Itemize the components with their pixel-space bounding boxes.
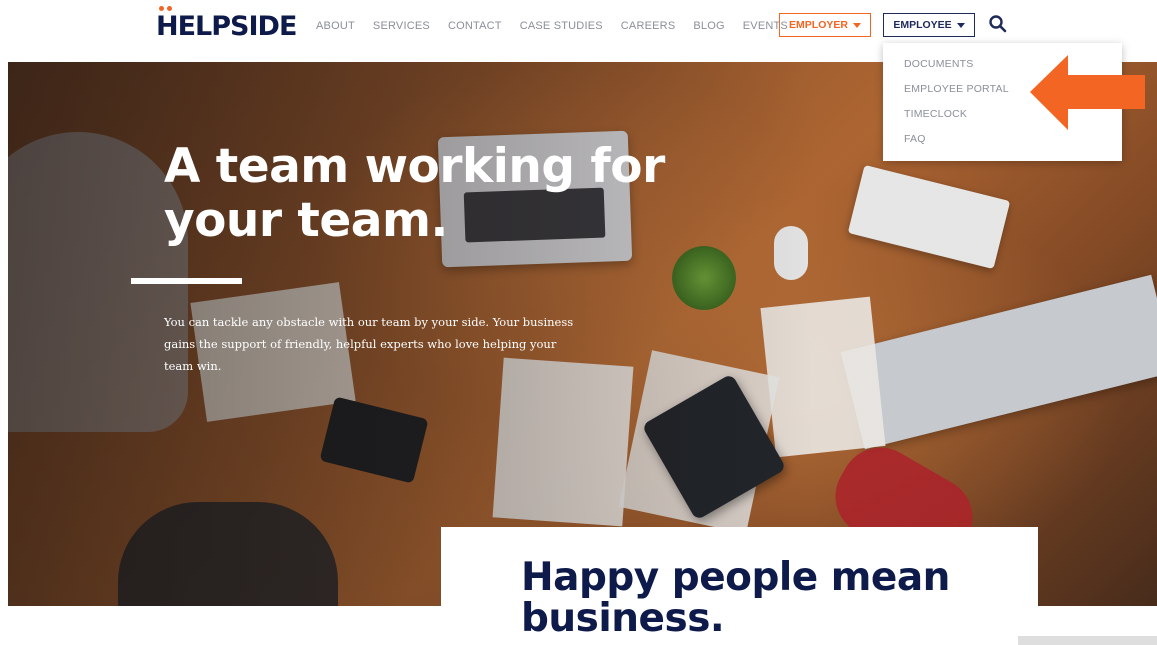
hero-headline: A team working for your team. (164, 139, 665, 248)
employee-menu-button[interactable]: EMPLOYEE (883, 13, 975, 37)
nav-careers[interactable]: CAREERS (621, 16, 676, 36)
menu-item-timeclock[interactable]: TIMECLOCK (904, 108, 967, 120)
arrow-left-icon (1030, 55, 1145, 130)
headline-divider (131, 278, 242, 284)
nav-contact[interactable]: CONTACT (448, 16, 502, 36)
nav-about[interactable]: ABOUT (316, 16, 355, 36)
hero-body-text: You can tackle any obstacle with our tea… (164, 315, 574, 373)
caret-down-icon (956, 22, 965, 28)
card-title: Happy people mean business. (521, 555, 950, 641)
logo-text[interactable]: HELPSIDE (156, 12, 297, 42)
helpside-logo[interactable]: HELPSIDE (156, 6, 297, 42)
employer-menu-button[interactable]: EMPLOYER (779, 13, 871, 37)
nav-case-studies[interactable]: CASE STUDIES (520, 16, 603, 36)
nav-services[interactable]: SERVICES (373, 16, 430, 36)
menu-item-documents[interactable]: DOCUMENTS (904, 58, 973, 70)
search-icon[interactable] (988, 14, 1008, 34)
employee-label: EMPLOYEE (893, 19, 952, 31)
logo-dots-icon (159, 6, 173, 12)
menu-item-faq[interactable]: FAQ (904, 133, 926, 145)
nav-blog[interactable]: BLOG (693, 16, 724, 36)
intro-card: Happy people mean business. (441, 527, 1038, 645)
employer-label: EMPLOYER (789, 19, 848, 31)
corner-tab (1018, 636, 1157, 645)
main-nav: ABOUT SERVICES CONTACT CASE STUDIES CARE… (316, 16, 806, 36)
caret-down-icon (852, 22, 861, 28)
menu-item-employee-portal[interactable]: EMPLOYEE PORTAL (904, 83, 1009, 95)
